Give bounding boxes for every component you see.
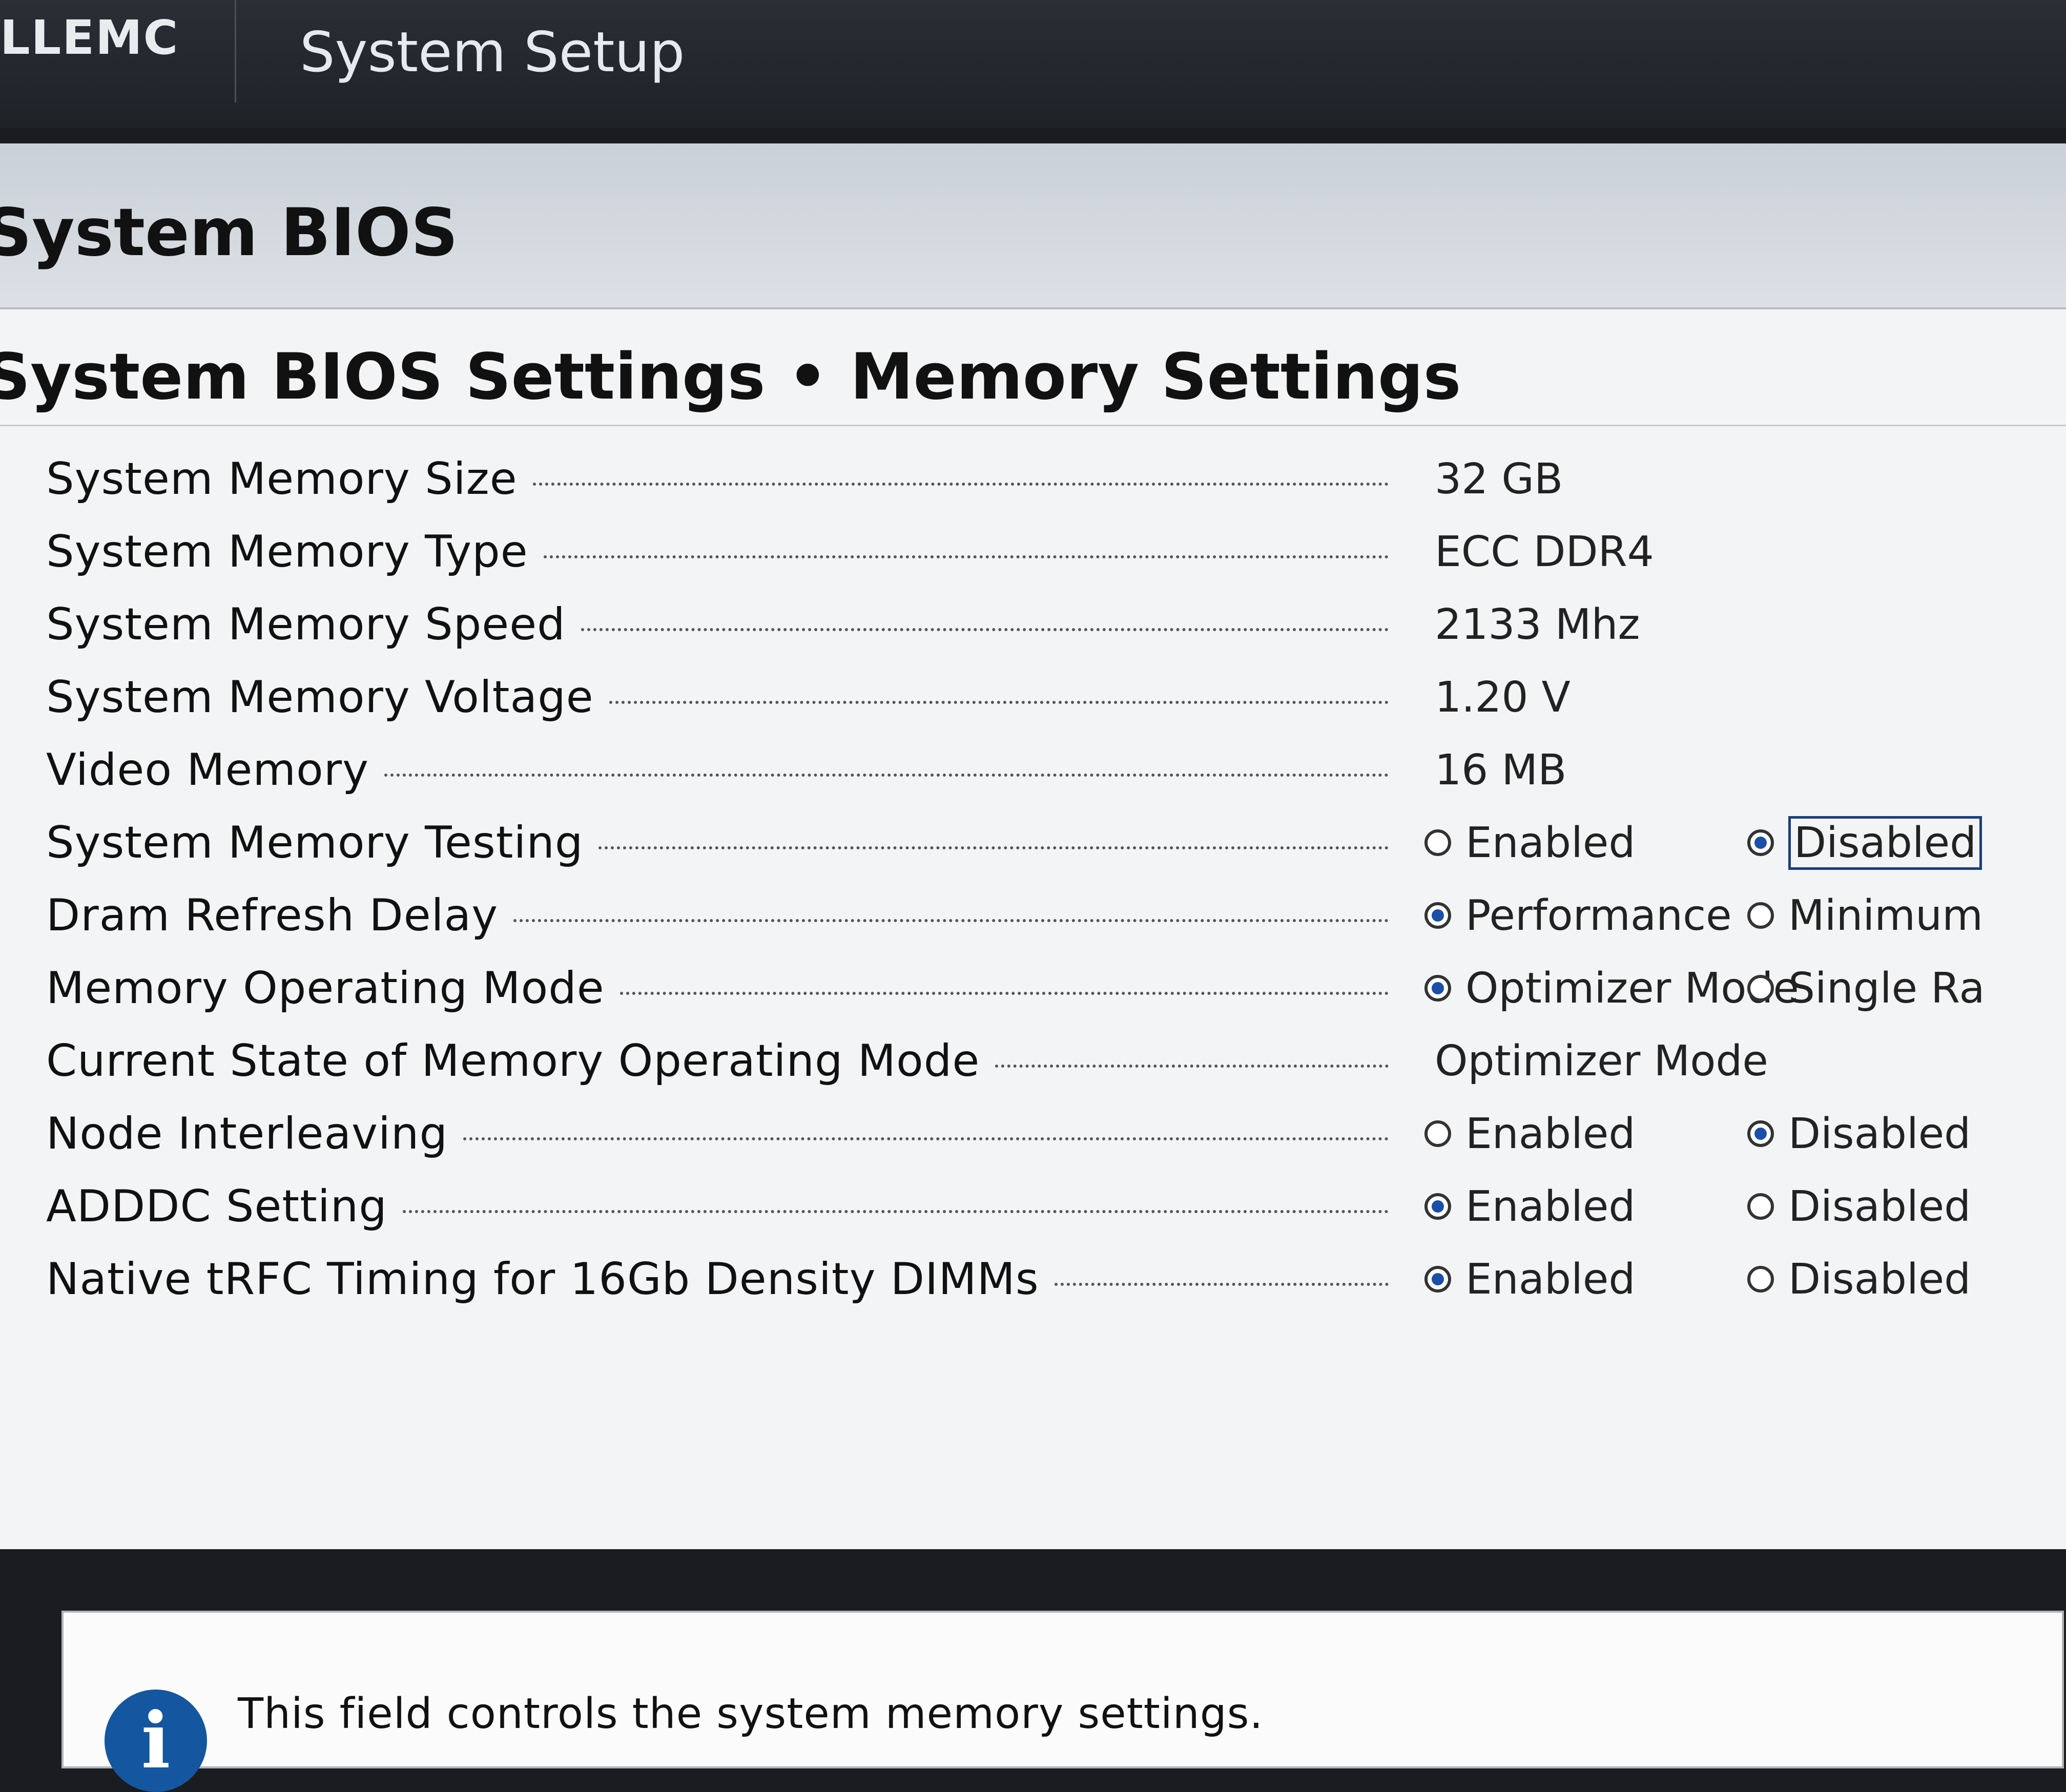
setting-row: System Memory Speed 2133 Mhz — [46, 588, 2044, 661]
setting-row: Dram Refresh Delay Performance Minimum — [46, 879, 2044, 952]
radio-selected-icon[interactable] — [1424, 975, 1451, 1002]
radio-unselected-icon[interactable] — [1747, 902, 1774, 929]
radio-option-label: Enabled — [1465, 1255, 1636, 1304]
setting-value: 2133 Mhz — [1435, 600, 1640, 649]
setting-value: 16 MB — [1435, 745, 1567, 795]
dotted-leader — [609, 701, 1389, 704]
radio-unselected-icon[interactable] — [1424, 829, 1451, 856]
setting-label: Node Interleaving — [46, 1108, 448, 1159]
setting-value: 32 GB — [1435, 454, 1563, 504]
radio-option[interactable]: Enabled — [1424, 1255, 1635, 1304]
setting-row: System Memory Voltage 1.20 V — [46, 661, 2044, 734]
setting-label: Current State of Memory Operating Mode — [46, 1035, 980, 1087]
dotted-leader — [513, 919, 1389, 922]
dotted-leader — [1054, 1283, 1389, 1286]
radio-selected-icon[interactable] — [1747, 1120, 1774, 1147]
dotted-leader — [581, 628, 1389, 631]
radio-option[interactable]: Disabled — [1747, 816, 1982, 870]
setting-row: Native tRFC Timing for 16Gb Density DIMM… — [46, 1243, 2044, 1316]
setting-row: Node Interleaving Enabled Disabled — [46, 1097, 2044, 1170]
radio-option[interactable]: Optimizer Mode — [1424, 964, 1799, 1013]
dotted-leader — [402, 1210, 1389, 1213]
page-body: System BIOS System BIOS Settings • Memor… — [0, 143, 2066, 1792]
radio-option[interactable]: Enabled — [1424, 1110, 1635, 1158]
dotted-leader — [463, 1137, 1389, 1140]
brand-logo: LLEMC — [0, 10, 179, 65]
setting-label: Native tRFC Timing for 16Gb Density DIMM… — [46, 1254, 1039, 1305]
setting-label: System Memory Size — [46, 453, 518, 505]
dotted-leader — [384, 774, 1389, 777]
setting-row: System Memory Size 32 GB — [46, 443, 2044, 515]
setting-row: System Memory Type ECC DDR4 — [46, 515, 2044, 588]
setting-row: Memory Operating Mode Optimizer Mode Singl… — [46, 952, 2044, 1025]
radio-option-label: Disabled — [1788, 1255, 1971, 1304]
radio-option-label: Enabled — [1465, 818, 1636, 867]
radio-option-label: Disabled — [1788, 1182, 1971, 1231]
brand-divider — [235, 0, 236, 102]
help-info-bar: i This field controls the system memory … — [61, 1611, 2064, 1792]
radio-option[interactable]: Single Ra — [1747, 964, 1985, 1013]
page-header: System BIOS — [0, 143, 2066, 309]
setting-row: System Memory Testing Enabled Disabled — [46, 806, 2044, 879]
help-text: This field controls the system memory se… — [238, 1690, 1264, 1738]
setting-label: System Memory Type — [46, 526, 528, 577]
setting-label: Dram Refresh Delay — [46, 890, 499, 941]
radio-option[interactable]: Performance — [1424, 891, 1732, 940]
setting-value: ECC DDR4 — [1435, 527, 1654, 576]
setting-value: Optimizer Mode — [1435, 1036, 1768, 1086]
radio-option[interactable]: Disabled — [1747, 1110, 1971, 1158]
setting-label: System Memory Testing — [46, 817, 584, 868]
app-title: System Setup — [300, 20, 685, 85]
info-icon: i — [105, 1690, 207, 1792]
radio-option[interactable]: Disabled — [1747, 1182, 1971, 1231]
radio-selected-icon[interactable] — [1424, 1266, 1451, 1293]
radio-option[interactable]: Enabled — [1424, 1182, 1635, 1231]
radio-option[interactable]: Disabled — [1747, 1255, 1971, 1304]
radio-selected-icon[interactable] — [1424, 1193, 1451, 1220]
dotted-leader — [543, 555, 1389, 558]
setting-row: Current State of Memory Operating Mode Op… — [46, 1025, 2044, 1097]
setting-value: 1.20 V — [1435, 673, 1571, 722]
settings-list: System Memory Size 32 GB System Memory Typ… — [46, 443, 2044, 1316]
radio-unselected-icon[interactable] — [1747, 975, 1774, 1002]
setting-row: ADDDC Setting Enabled Disabled — [46, 1170, 2044, 1243]
radio-unselected-icon[interactable] — [1424, 1120, 1451, 1147]
dotted-leader — [598, 846, 1389, 849]
setting-label: Memory Operating Mode — [46, 963, 605, 1014]
radio-option[interactable]: Minimum — [1747, 891, 1983, 940]
radio-option-label: Disabled — [1788, 1109, 1971, 1158]
radio-option-label: Minimum — [1788, 891, 1984, 940]
radio-option-label: Performance — [1465, 891, 1732, 940]
settings-panel: System BIOS Settings • Memory Settings S… — [0, 309, 2066, 1792]
radio-option-label: Single Ra — [1788, 964, 1985, 1013]
top-bar: LLEMC System Setup — [0, 0, 2066, 128]
radio-option-label: Enabled — [1465, 1182, 1636, 1231]
dotted-leader — [619, 992, 1389, 995]
radio-option-label: Disabled — [1788, 816, 1982, 870]
radio-unselected-icon[interactable] — [1747, 1193, 1774, 1220]
page-title: System BIOS — [0, 195, 458, 271]
radio-selected-icon[interactable] — [1747, 829, 1774, 856]
radio-option[interactable]: Enabled — [1424, 819, 1635, 867]
setting-label: System Memory Speed — [46, 599, 566, 650]
setting-label: Video Memory — [46, 744, 369, 796]
radio-option-label: Enabled — [1465, 1109, 1636, 1158]
setting-label: System Memory Voltage — [46, 672, 594, 723]
section-title: System BIOS Settings • Memory Settings — [0, 340, 1461, 414]
radio-selected-icon[interactable] — [1424, 902, 1451, 929]
dotted-leader — [532, 483, 1389, 486]
setting-label: ADDDC Setting — [46, 1181, 387, 1232]
radio-unselected-icon[interactable] — [1747, 1266, 1774, 1293]
dotted-leader — [995, 1065, 1389, 1068]
section-divider — [0, 425, 2066, 426]
setting-row: Video Memory 16 MB — [46, 734, 2044, 806]
